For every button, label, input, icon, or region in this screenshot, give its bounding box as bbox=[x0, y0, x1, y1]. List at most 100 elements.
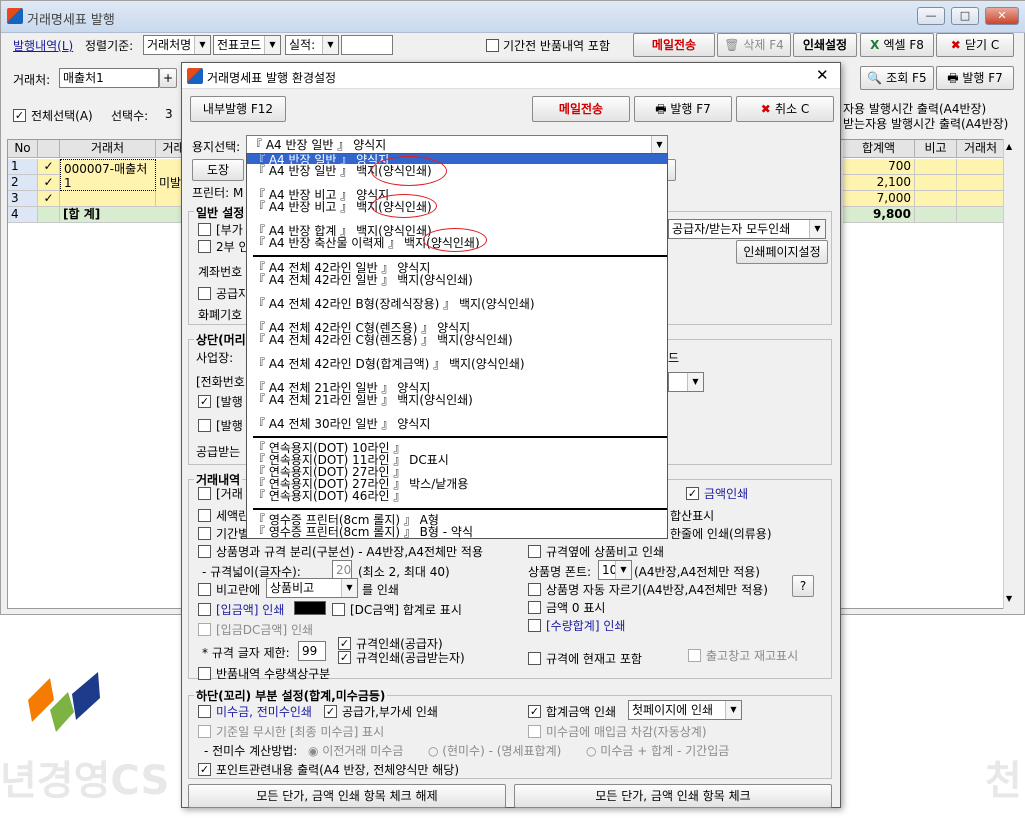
client-input[interactable]: 매출처1 bbox=[59, 68, 159, 88]
search-icon: 🔍 bbox=[867, 71, 887, 85]
remark-select[interactable]: 상품비고 ▼ bbox=[266, 578, 358, 598]
include-returns-checkbox[interactable] bbox=[486, 39, 499, 52]
calc-option-2[interactable]: ○ (현미수) - (명세표합계) bbox=[428, 742, 561, 759]
delete-button[interactable]: 🗑 삭제 F4 bbox=[717, 33, 791, 57]
grid-scrollbar[interactable]: ▲ ▼ bbox=[1003, 139, 1019, 609]
remark-checkbox[interactable] bbox=[198, 583, 211, 596]
dc-checkbox[interactable] bbox=[332, 603, 345, 616]
auto-cut-checkbox[interactable] bbox=[528, 583, 541, 596]
paper-dropdown-list[interactable]: 『 A4 반장 일반 』 양식지 『 A4 반장 일반 』 백지(양식인쇄) 『… bbox=[246, 153, 668, 539]
spec-remark-checkbox[interactable] bbox=[528, 545, 541, 558]
scroll-down-icon[interactable]: ▼ bbox=[1006, 594, 1012, 603]
mail-send-button[interactable]: 메일전송 bbox=[633, 33, 715, 57]
bottom-settings-title: 하단(꼬리) 부분 설정(합계,미수금등) bbox=[194, 687, 388, 704]
row-checkbox[interactable]: ✓ bbox=[38, 191, 60, 207]
check-all-button[interactable]: 모든 단가, 금액 인쇄 항목 체크 bbox=[514, 784, 832, 808]
dropdown-item[interactable]: 『 A4 전체 21라인 일반 』 백지(양식인쇄) bbox=[253, 394, 473, 406]
dropdown-item[interactable]: 『 A4 전체 42라인 일반 』 백지(양식인쇄) bbox=[253, 274, 473, 286]
sort-select-2[interactable]: 전표코드 ▼ bbox=[213, 35, 281, 55]
total-page-select[interactable]: 첫페이지에 인쇄 ▼ bbox=[628, 700, 742, 720]
stamp-button[interactable]: 도장 bbox=[192, 159, 244, 181]
uncheck-all-button[interactable]: 모든 단가, 금액 인쇄 항목 체크 해제 bbox=[188, 784, 506, 808]
issue-option-1-checkbox[interactable]: ✓ bbox=[198, 395, 211, 408]
calc-option-1[interactable]: ◉ 이전거래 미수금 bbox=[308, 742, 403, 759]
client-add-button[interactable]: + bbox=[159, 68, 177, 88]
row-client[interactable] bbox=[60, 191, 156, 207]
amount-print-checkbox[interactable]: ✓ bbox=[686, 487, 699, 500]
row-client[interactable]: 000007-매출처1 bbox=[60, 159, 156, 191]
row-checkbox[interactable]: ✓ bbox=[38, 175, 60, 191]
zero-checkbox[interactable] bbox=[528, 601, 541, 614]
print-mode-select[interactable]: 공급자/받는자 모두인쇄 ▼ bbox=[668, 219, 826, 239]
maximize-button[interactable]: □ bbox=[951, 7, 979, 25]
close-button[interactable]: ✖ 닫기 C bbox=[936, 33, 1014, 57]
sort-select-1[interactable]: 거래처명 ▼ bbox=[143, 35, 211, 55]
issue-button[interactable]: 🖶 발행 F7 bbox=[936, 66, 1014, 90]
detail-2-checkbox[interactable] bbox=[198, 509, 211, 522]
supplier-checkbox[interactable] bbox=[198, 287, 211, 300]
dialog-issue-button[interactable]: 🖶 발행 F7 bbox=[634, 96, 732, 122]
watermark-left: 년경영CS bbox=[0, 758, 170, 804]
issue-option-2-checkbox[interactable] bbox=[198, 419, 211, 432]
dropdown-item[interactable]: 『 영수증 프린터(8cm 롤지) 』 B형 - 약식 bbox=[253, 526, 473, 538]
warehouse-checkbox[interactable] bbox=[688, 649, 701, 662]
spec-supplier-checkbox[interactable]: ✓ bbox=[338, 637, 351, 650]
scroll-up-icon[interactable]: ▲ bbox=[1006, 142, 1012, 151]
remark-suffix: 를 인쇄 bbox=[362, 583, 399, 597]
ignore-checkbox[interactable] bbox=[198, 725, 211, 738]
dropdown-item[interactable]: 『 A4 전체 42라인 C형(렌즈용) 』 백지(양식인쇄) bbox=[253, 334, 513, 346]
dropdown-item[interactable]: 『 연속용지(DOT) 46라인 』 bbox=[253, 490, 405, 502]
receiver-label: 공급받는 bbox=[196, 445, 241, 459]
detail-3-label: 기간별 bbox=[216, 527, 250, 541]
issue-history-link[interactable]: 발행내역(L) bbox=[13, 37, 73, 54]
row-checkbox[interactable]: ✓ bbox=[38, 159, 60, 175]
deposit-color-swatch[interactable] bbox=[294, 601, 326, 615]
minimize-button[interactable]: — bbox=[917, 7, 945, 25]
dropdown-item[interactable]: 『 A4 전체 42라인 D형(합계금액) 』 백지(양식인쇄) bbox=[253, 358, 525, 370]
font-select[interactable]: 10 ▼ bbox=[598, 560, 632, 580]
paper-select[interactable]: 『 A4 반장 일반 』 양식지 ▼ bbox=[246, 135, 668, 155]
two-part-checkbox[interactable] bbox=[198, 240, 211, 253]
deposit-dc-checkbox[interactable] bbox=[198, 623, 211, 636]
return-color-checkbox[interactable] bbox=[198, 667, 211, 680]
point-checkbox[interactable]: ✓ bbox=[198, 763, 211, 776]
record-select[interactable]: 실적: ▼ bbox=[285, 35, 339, 55]
record-input[interactable] bbox=[341, 35, 393, 55]
dialog-close-icon[interactable]: ✕ bbox=[816, 66, 829, 84]
limit-input[interactable]: 99 bbox=[298, 641, 326, 661]
deduct-checkbox[interactable] bbox=[528, 725, 541, 738]
qty-total-checkbox[interactable] bbox=[528, 619, 541, 632]
page-settings-button[interactable]: 인쇄페이지설정 bbox=[736, 240, 828, 264]
row-checkbox[interactable] bbox=[38, 207, 60, 223]
client-label: 거래처: bbox=[13, 73, 51, 87]
deposit-checkbox[interactable] bbox=[198, 603, 211, 616]
red-annotation-circle bbox=[371, 194, 437, 218]
total-print-checkbox[interactable]: ✓ bbox=[528, 705, 541, 718]
dialog-mail-send-button[interactable]: 메일전송 bbox=[532, 96, 630, 122]
supply-vat-checkbox[interactable]: ✓ bbox=[324, 705, 337, 718]
detail-3-checkbox[interactable] bbox=[198, 527, 211, 540]
calc-option-3[interactable]: ○ 미수금 + 합계 - 기간입금 bbox=[586, 742, 729, 759]
dropdown-item[interactable]: 『 A4 전체 42라인 B형(장례식장용) 』 백지(양식인쇄) bbox=[253, 298, 535, 310]
detail-1-checkbox[interactable] bbox=[198, 487, 211, 500]
dropdown-item[interactable]: 『 A4 전체 30라인 일반 』 양식지 bbox=[253, 418, 430, 430]
top-right-select[interactable]: ▼ bbox=[668, 372, 704, 392]
dialog-cancel-button[interactable]: ✖ 취소 C bbox=[736, 96, 834, 122]
vat-checkbox[interactable] bbox=[198, 223, 211, 236]
printer-icon: 🖶 bbox=[655, 102, 671, 116]
split-checkbox[interactable] bbox=[198, 545, 211, 558]
internal-issue-button[interactable]: 내부발행 F12 bbox=[190, 96, 286, 122]
stock-checkbox[interactable] bbox=[528, 652, 541, 665]
excel-button[interactable]: X 엑셀 F8 bbox=[860, 33, 934, 57]
stock-label: 규격에 현재고 포함 bbox=[546, 652, 642, 666]
spec-width-input[interactable]: 20 bbox=[332, 560, 352, 580]
close-window-button[interactable]: ✕ bbox=[985, 7, 1019, 25]
help-button[interactable]: ? bbox=[792, 575, 814, 597]
search-button[interactable]: 🔍 조회 F5 bbox=[860, 66, 934, 90]
receivable-checkbox[interactable] bbox=[198, 705, 211, 718]
dropdown-separator bbox=[253, 436, 667, 438]
spec-receiver-checkbox[interactable]: ✓ bbox=[338, 651, 351, 664]
select-all-checkbox[interactable]: ✓ bbox=[13, 109, 26, 122]
col-check bbox=[38, 140, 60, 158]
print-settings-button[interactable]: 인쇄설정 bbox=[793, 33, 857, 57]
